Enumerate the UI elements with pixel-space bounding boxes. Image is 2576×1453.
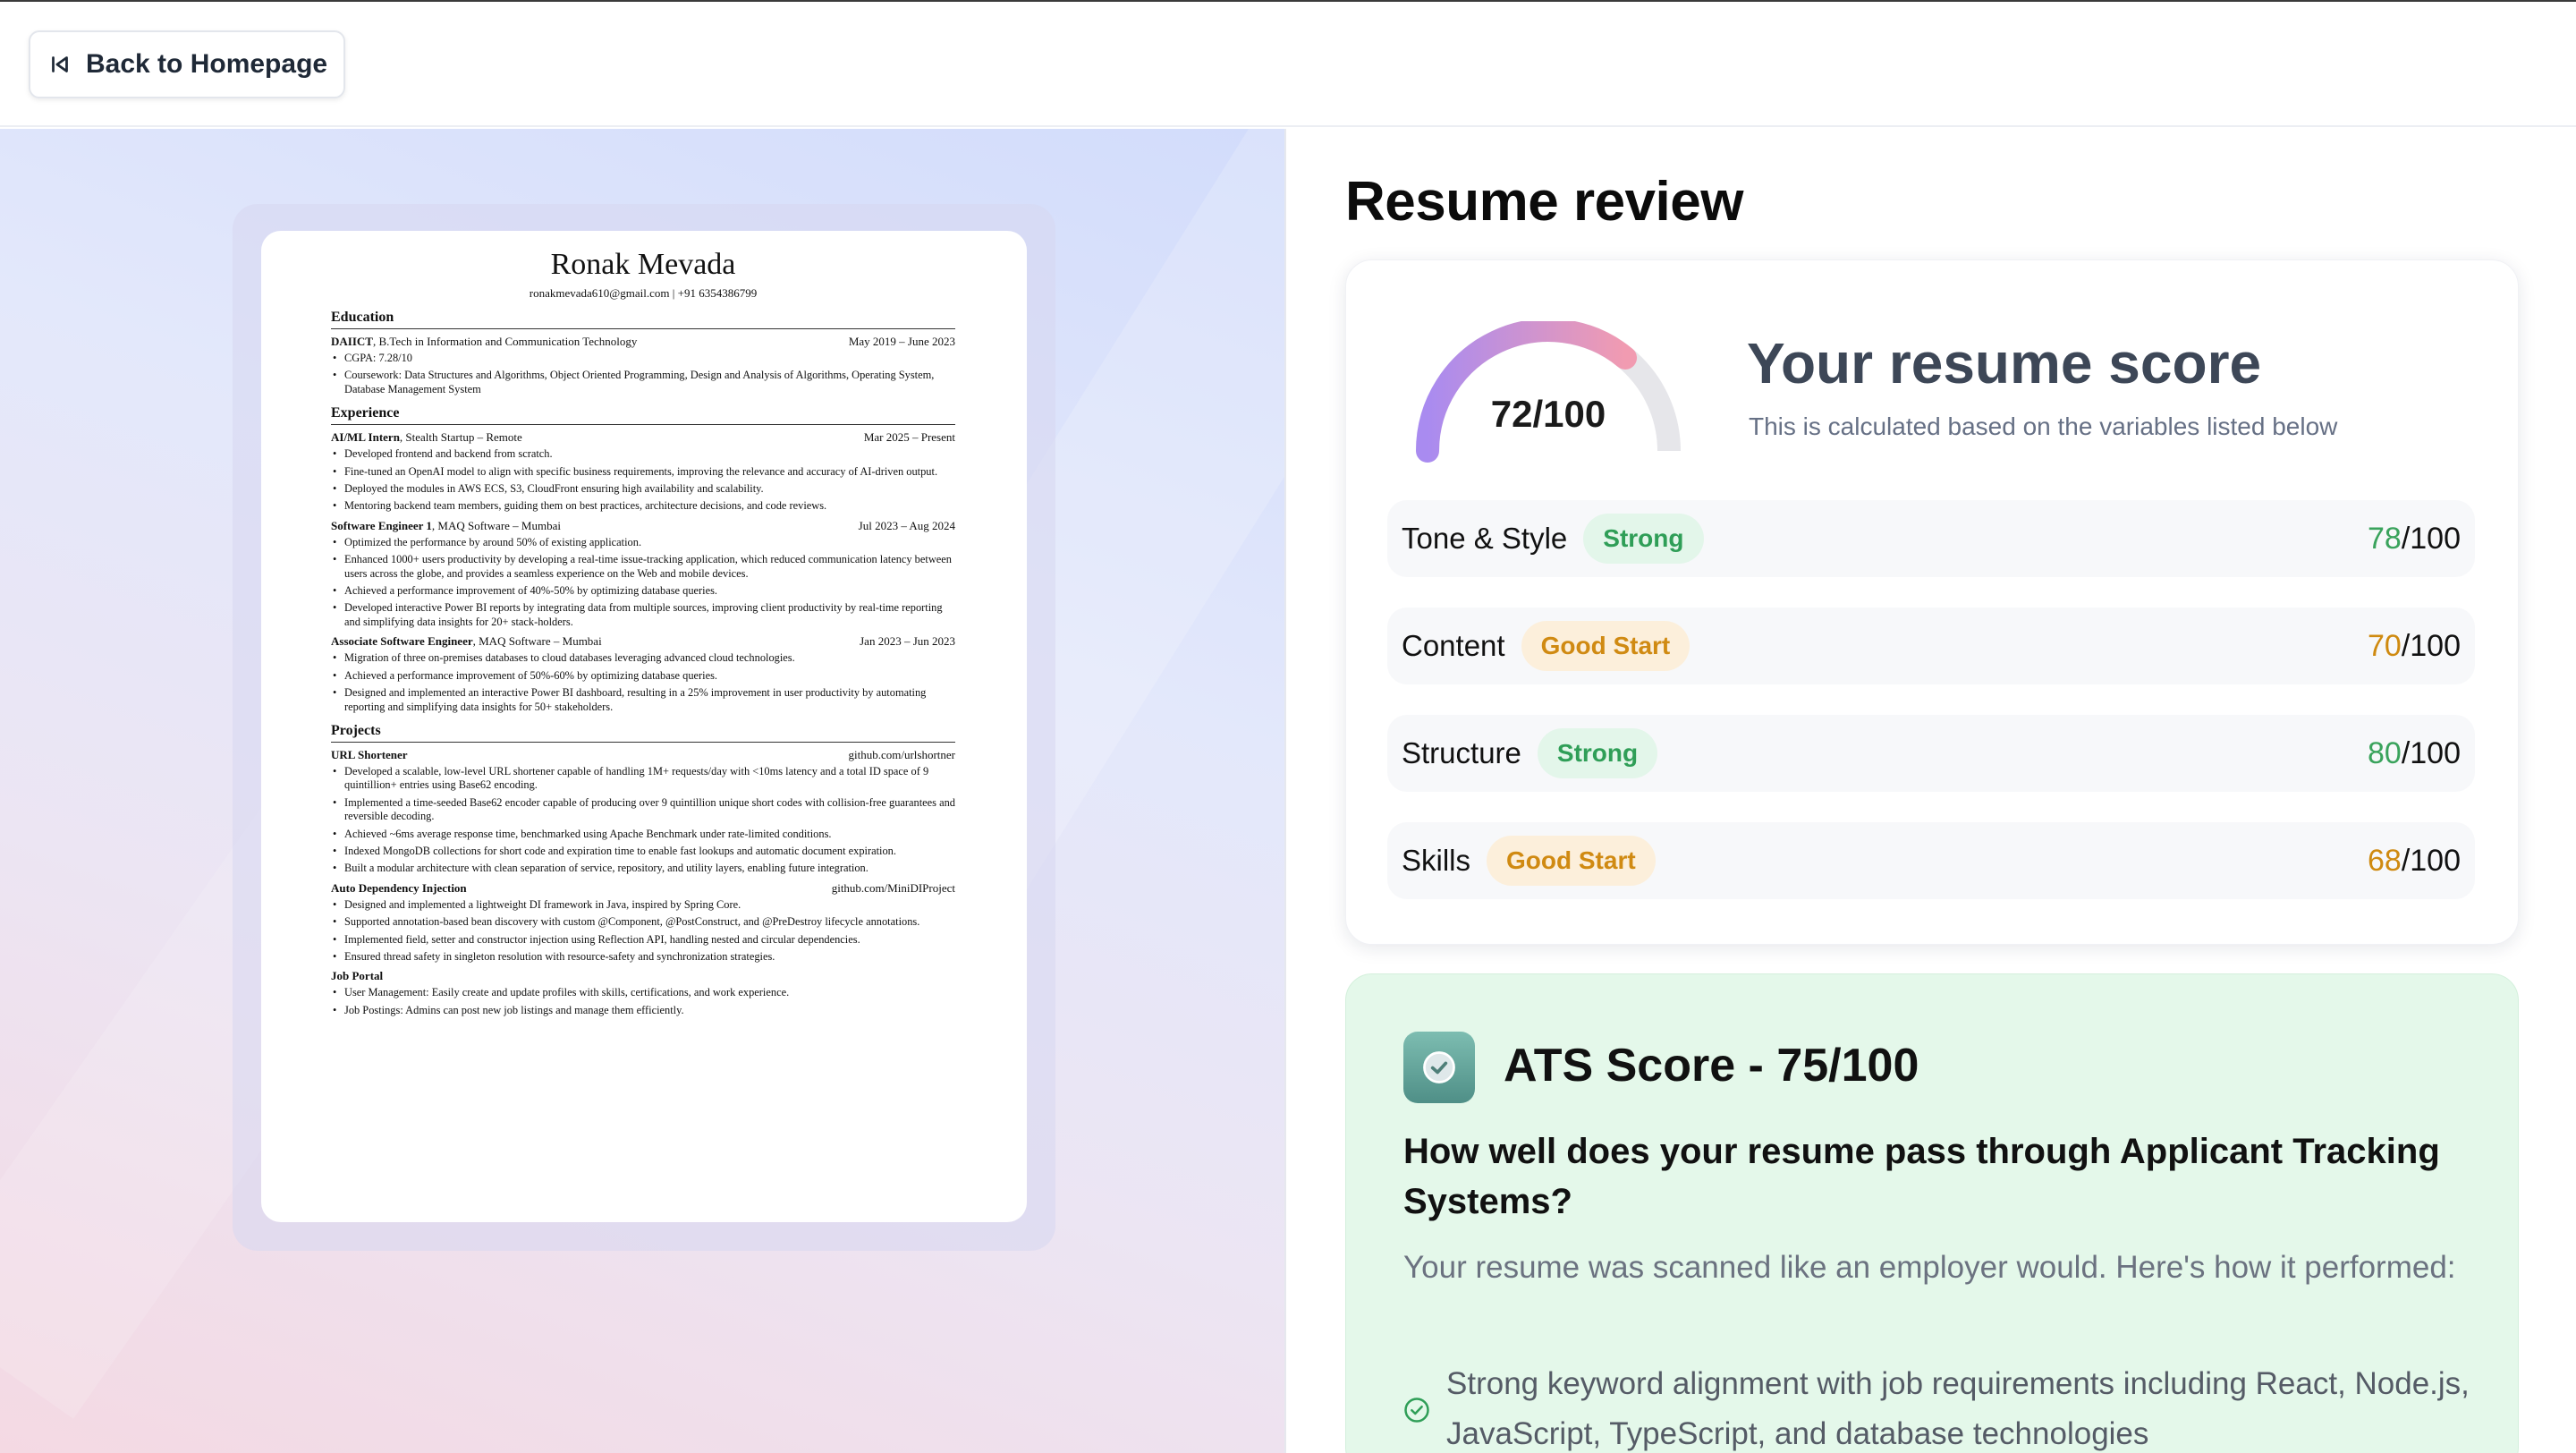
resume-section-title: Projects	[331, 723, 955, 743]
category-score: 78/100	[2367, 521, 2461, 556]
resume-bullet-list: Optimized the performance by around 50% …	[331, 536, 955, 629]
back-button-label: Back to Homepage	[86, 49, 328, 79]
resume-entry-header: Associate Software Engineer, MAQ Softwar…	[331, 634, 955, 649]
category-name: Structure	[1402, 736, 1521, 769]
category-name: Skills	[1402, 844, 1471, 877]
resume-entry-header: AI/ML Intern, Stealth Startup – Remote Ma…	[331, 430, 955, 445]
category-badge: Strong	[1537, 728, 1658, 778]
resume-bullet: Enhanced 1000+ users productivity by dev…	[331, 553, 955, 581]
ats-question: How well does your resume pass through A…	[1403, 1132, 2440, 1221]
resume-contact: ronakmevada610@gmail.com | +91 635438679…	[529, 286, 758, 300]
resume-bullet-list: Developed a scalable, low-level URL shor…	[331, 765, 955, 876]
category-badge: Good Start	[1487, 836, 1656, 886]
resume-bullet-list: Developed frontend and backend from scra…	[331, 447, 955, 514]
resume-bullet: Job Postings: Admins can post new job li…	[331, 1004, 955, 1018]
resume-document[interactable]: Ronak Mevada ronakmevada610@gmail.com | …	[261, 231, 1027, 1222]
resume-bullet: Indexed MongoDB collections for short co…	[331, 845, 955, 859]
resume-entry-date: Jan 2023 – Jun 2023	[860, 634, 955, 649]
resume-entry-header: Auto Dependency Injection github.com/Mini…	[331, 880, 955, 895]
category-score: 70/100	[2367, 628, 2461, 663]
category-row-structure: Structure Strong 80/100	[1387, 715, 2475, 792]
resume-entry-header: DAIICT, B.Tech in Information and Commun…	[331, 335, 955, 348]
resume-bullet: Ensured thread safety in singleton resol…	[331, 950, 955, 964]
resume-bullet: Mentoring backend team members, guiding …	[331, 499, 955, 514]
back-to-homepage-button[interactable]: Back to Homepage	[29, 30, 346, 98]
resume-bullet: Deployed the modules in AWS ECS, S3, Clo…	[331, 482, 955, 497]
resume-bullet: CGPA: 7.28/10	[331, 352, 955, 366]
resume-bullet-list: CGPA: 7.28/10 Coursework: Data Structures…	[331, 352, 955, 396]
category-score: 68/100	[2367, 843, 2461, 878]
category-name: Tone & Style	[1402, 522, 1568, 555]
panel-divider	[1284, 129, 1286, 1453]
score-title: Your resume score	[1747, 331, 2262, 395]
page-title: Resume review	[1345, 171, 1743, 233]
resume-name: Ronak Mevada	[550, 248, 736, 281]
resume-bullet: Optimized the performance by around 50% …	[331, 536, 955, 550]
category-badge: Good Start	[1521, 621, 1690, 671]
resume-entry-header: Job Portal	[331, 969, 384, 983]
top-bar: Back to Homepage	[0, 2, 2576, 127]
category-score: 80/100	[2367, 735, 2461, 770]
category-badge: Strong	[1583, 514, 1704, 564]
category-row-content: Content Good Start 70/100	[1387, 608, 2475, 684]
ats-tip-item: Strong keyword alignment with job requir…	[1403, 1359, 2495, 1453]
resume-bullet-list: Migration of three on-premises databases…	[331, 651, 955, 714]
resume-bullet: User Management: Easily create and updat…	[331, 986, 955, 1000]
resume-bullet: Implemented field, setter and constructo…	[331, 933, 955, 947]
score-gauge: 72/100	[1414, 319, 1682, 473]
resume-bullet-list: User Management: Easily create and updat…	[331, 986, 955, 1017]
resume-bullet: Achieved a performance improvement of 50…	[331, 669, 955, 684]
ats-description: Your resume was scanned like an employer…	[1403, 1250, 2456, 1285]
resume-score-card: 72/100 Your resume score This is calcula…	[1345, 259, 2519, 945]
resume-bullet: Developed interactive Power BI reports b…	[331, 601, 955, 629]
resume-bullet: Achieved ~6ms average response time, ben…	[331, 828, 955, 842]
resume-entry-date: Jul 2023 – Aug 2024	[858, 518, 955, 532]
resume-bullet: Designed and implemented an interactive …	[331, 686, 955, 714]
ats-title: ATS Score - 75/100	[1504, 1040, 1919, 1092]
ats-tip-text: Strong keyword alignment with job requir…	[1446, 1366, 2470, 1451]
resume-bullet: Built a modular architecture with clean …	[331, 862, 955, 876]
check-circle-icon	[1404, 1398, 1429, 1423]
score-subtitle: This is calculated based on the variable…	[1749, 412, 2338, 440]
check-badge-icon	[1403, 1032, 1475, 1103]
resume-bullet-list: Designed and implemented a lightweight D…	[331, 898, 955, 964]
resume-section-title: Experience	[331, 405, 955, 426]
skip-back-icon	[52, 56, 68, 72]
resume-bullet: Implemented a time-seeded Base62 encoder…	[331, 796, 955, 824]
resume-bullet: Coursework: Data Structures and Algorith…	[331, 369, 955, 396]
resume-sections: Education DAIICT, B.Tech in Information a…	[331, 310, 955, 1018]
resume-bullet: Migration of three on-premises databases…	[331, 651, 955, 666]
resume-entry-header: URL Shortener github.com/urlshortner	[331, 747, 955, 761]
resume-bullet: Developed a scalable, low-level URL shor…	[331, 765, 955, 793]
ats-score-card: ATS Score - 75/100 How well does your re…	[1345, 973, 2519, 1453]
resume-bullet: Developed frontend and backend from scra…	[331, 447, 955, 462]
resume-section-title: Education	[331, 310, 955, 329]
resume-entry-date: May 2019 – June 2023	[848, 335, 955, 348]
category-row-tone-style: Tone & Style Strong 78/100	[1387, 500, 2475, 577]
resume-entry-date: github.com/MiniDIProject	[831, 880, 955, 895]
resume-entry-date: Mar 2025 – Present	[863, 430, 955, 445]
resume-bullet: Supported annotation-based bean discover…	[331, 915, 955, 930]
resume-entry-date: github.com/urlshortner	[848, 747, 955, 761]
resume-bullet: Fine-tuned an OpenAI model to align with…	[331, 465, 955, 480]
resume-entry-header: Software Engineer 1, MAQ Software – Mumb…	[331, 518, 955, 532]
category-name: Content	[1402, 629, 1505, 662]
category-row-skills: Skills Good Start 68/100	[1387, 822, 2475, 899]
resume-bullet: Designed and implemented a lightweight D…	[331, 898, 955, 913]
score-gauge-value: 72/100	[1490, 393, 1606, 435]
resume-bullet: Achieved a performance improvement of 40…	[331, 584, 955, 599]
